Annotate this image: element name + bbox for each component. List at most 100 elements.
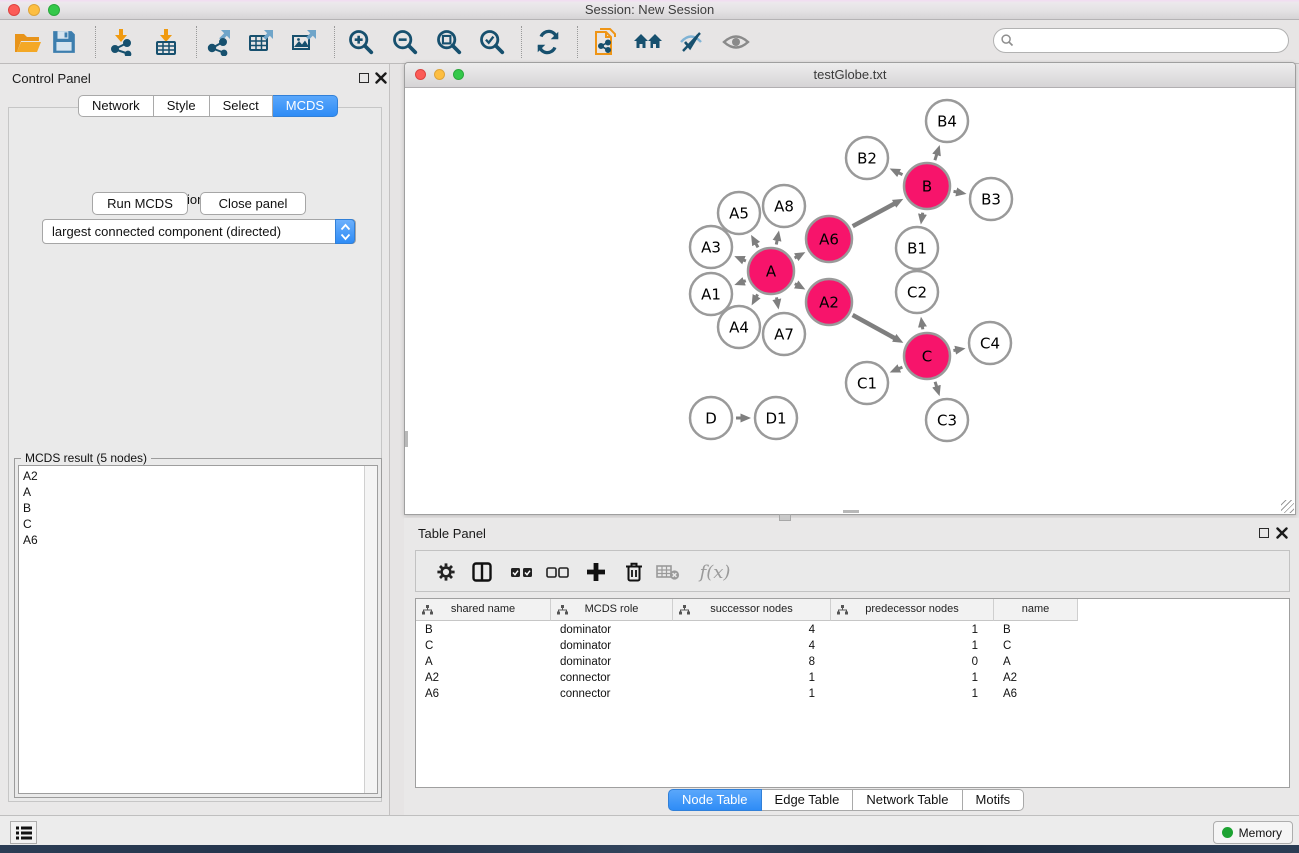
first-neighbors-button[interactable] [630, 26, 666, 58]
column-header-name[interactable]: name [994, 599, 1078, 621]
tab-network-table[interactable]: Network Table [853, 789, 962, 811]
open-file-button[interactable] [10, 26, 46, 58]
table-cell[interactable]: 1 [673, 687, 831, 703]
show-all-button[interactable] [718, 26, 754, 58]
mcds-result-list[interactable]: A2ABCA6 [18, 465, 378, 794]
table-cell[interactable]: connector [551, 687, 673, 703]
network-node-D[interactable]: D [690, 397, 732, 439]
delete-table-button[interactable] [652, 556, 684, 588]
table-cell[interactable]: A [994, 655, 1078, 671]
table-row[interactable]: A2connector11A2 [416, 671, 1289, 687]
table-row[interactable]: Cdominator41C [416, 639, 1289, 655]
table-cell[interactable]: connector [551, 671, 673, 687]
network-horizontal-scrollbar[interactable] [843, 510, 859, 513]
mcds-result-item[interactable]: A6 [23, 532, 38, 548]
table-cell[interactable]: dominator [551, 623, 673, 639]
select-all-button[interactable] [506, 556, 538, 588]
network-edge-A2-C[interactable] [853, 315, 895, 338]
table-cell[interactable]: 4 [673, 639, 831, 655]
dropdown-stepper[interactable] [335, 219, 355, 244]
network-node-A8[interactable]: A8 [763, 185, 805, 227]
column-header-successor-nodes[interactable]: successor nodes [673, 599, 831, 621]
import-table-button[interactable] [148, 26, 184, 58]
table-cell[interactable]: C [416, 639, 551, 655]
tab-motifs[interactable]: Motifs [963, 789, 1025, 811]
table-settings-button[interactable] [430, 556, 462, 588]
close-panel-icon[interactable] [375, 72, 387, 84]
network-node-A4[interactable]: A4 [718, 306, 760, 348]
network-node-C1[interactable]: C1 [846, 362, 888, 404]
table-cell[interactable]: 1 [831, 671, 994, 687]
export-image-button[interactable] [286, 26, 322, 58]
search-input[interactable] [1020, 31, 1280, 50]
network-edge-A-A6[interactable] [795, 257, 797, 258]
network-edge-A6-B[interactable] [853, 204, 895, 227]
show-columns-button[interactable] [466, 556, 498, 588]
table-cell[interactable]: A [416, 655, 551, 671]
function-builder-button[interactable]: f(x) [692, 556, 738, 588]
zoom-fit-button[interactable] [431, 26, 467, 58]
export-network-button[interactable] [201, 26, 237, 58]
network-node-A[interactable]: A [748, 248, 794, 294]
hide-selected-button[interactable] [673, 26, 709, 58]
table-close-panel-icon[interactable] [1276, 527, 1288, 539]
network-node-A6[interactable]: A6 [806, 216, 852, 262]
network-edge-C-C1[interactable] [899, 367, 903, 369]
table-cell[interactable]: 1 [673, 671, 831, 687]
deselect-all-button[interactable] [542, 556, 574, 588]
table-cell[interactable]: 8 [673, 655, 831, 671]
network-edge-B-B4[interactable] [935, 155, 937, 161]
table-cell[interactable]: A6 [416, 687, 551, 703]
table-cell[interactable]: C [994, 639, 1078, 655]
table-cell[interactable]: 1 [831, 623, 994, 639]
network-edge-A-A5[interactable] [756, 244, 758, 248]
network-node-B3[interactable]: B3 [970, 178, 1012, 220]
zoom-out-button[interactable] [387, 26, 423, 58]
run-mcds-button[interactable]: Run MCDS [92, 192, 188, 215]
network-edge-A-A1[interactable] [744, 281, 746, 282]
mcds-result-scrollbar[interactable] [364, 466, 377, 793]
network-edge-C-C3[interactable] [935, 382, 937, 387]
splitter-handle[interactable] [779, 514, 791, 521]
new-network-from-file-button[interactable] [588, 26, 624, 58]
network-vertical-scrollbar[interactable] [405, 431, 408, 447]
refresh-button[interactable] [530, 26, 566, 58]
table-cell[interactable]: dominator [551, 655, 673, 671]
network-window-titlebar[interactable]: testGlobe.txt [405, 63, 1295, 88]
tab-edge-table[interactable]: Edge Table [762, 789, 854, 811]
tab-node-table[interactable]: Node Table [668, 789, 762, 811]
table-cell[interactable]: 0 [831, 655, 994, 671]
save-session-button[interactable] [46, 26, 82, 58]
memory-button[interactable]: Memory [1213, 821, 1293, 844]
network-node-A7[interactable]: A7 [763, 313, 805, 355]
network-node-C4[interactable]: C4 [969, 322, 1011, 364]
export-table-button[interactable] [243, 26, 279, 58]
table-cell[interactable]: B [994, 623, 1078, 639]
close-panel-button[interactable]: Close panel [200, 192, 306, 215]
network-node-A3[interactable]: A3 [690, 226, 732, 268]
column-header-mcds-role[interactable]: MCDS role [551, 599, 673, 621]
delete-column-button[interactable] [618, 556, 650, 588]
network-edge-B-B3[interactable] [954, 191, 957, 192]
table-float-panel-icon[interactable] [1259, 528, 1269, 538]
column-header-predecessor-nodes[interactable]: predecessor nodes [831, 599, 994, 621]
table-cell[interactable]: dominator [551, 639, 673, 655]
table-row[interactable]: Adominator80A [416, 655, 1289, 671]
table-cell[interactable]: 1 [831, 639, 994, 655]
criterion-dropdown[interactable]: largest connected component (directed) [42, 219, 356, 244]
network-edge-A-A3[interactable] [744, 260, 746, 261]
table-row[interactable]: A6connector11A6 [416, 687, 1289, 703]
column-header-shared-name[interactable]: shared name [416, 599, 551, 621]
network-node-C3[interactable]: C3 [926, 399, 968, 441]
mcds-result-item[interactable]: C [23, 516, 38, 532]
table-cell[interactable]: B [416, 623, 551, 639]
zoom-in-button[interactable] [343, 26, 379, 58]
tab-select[interactable]: Select [210, 95, 273, 117]
network-node-C2[interactable]: C2 [896, 271, 938, 313]
network-node-A1[interactable]: A1 [690, 273, 732, 315]
network-node-B2[interactable]: B2 [846, 137, 888, 179]
table-row[interactable]: Bdominator41B [416, 623, 1289, 639]
network-node-B1[interactable]: B1 [896, 227, 938, 269]
network-edge-A-A2[interactable] [795, 284, 797, 285]
table-cell[interactable]: A2 [416, 671, 551, 687]
